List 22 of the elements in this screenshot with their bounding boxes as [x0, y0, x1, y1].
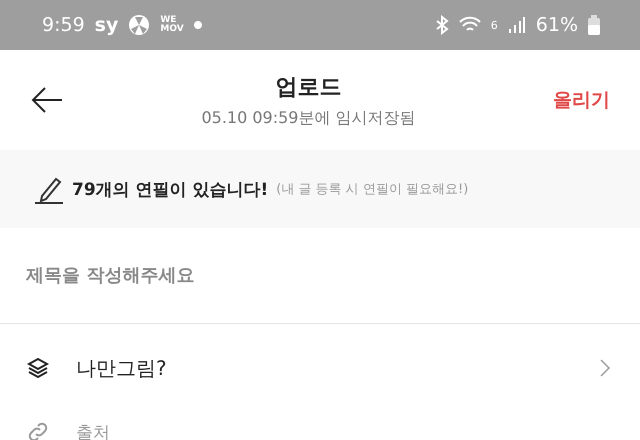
- fan-icon: [128, 14, 150, 36]
- option-label: 나만그림?: [76, 354, 168, 382]
- back-button[interactable]: [30, 86, 64, 114]
- layers-icon: [26, 356, 50, 380]
- pencil-note: (내 글 등록 시 연필이 필요해요!): [276, 181, 468, 198]
- app-logo-text: WE MOV: [160, 16, 184, 34]
- option-row[interactable]: 나만그림?: [0, 324, 640, 412]
- page-title: 업로드: [276, 74, 342, 102]
- battery-percent: 61%: [536, 14, 578, 36]
- bluetooth-icon: [434, 15, 449, 35]
- dot-icon: [194, 21, 202, 29]
- link-icon: [26, 420, 50, 440]
- clock-time: 9:59: [42, 14, 85, 36]
- battery-icon: [588, 15, 600, 35]
- signal-icon: [508, 16, 526, 34]
- option-row[interactable]: 출처: [0, 412, 640, 440]
- pencil-count-message: 79개의 연필이 있습니다!: [72, 178, 268, 200]
- autosave-note: 05.10 09:59분에 임시저장됨: [201, 108, 416, 128]
- option-label: 출처: [76, 422, 111, 440]
- carrier-label: sy: [94, 14, 118, 36]
- wifi-band-label: 6: [490, 18, 498, 32]
- post-button[interactable]: 올리기: [553, 87, 610, 113]
